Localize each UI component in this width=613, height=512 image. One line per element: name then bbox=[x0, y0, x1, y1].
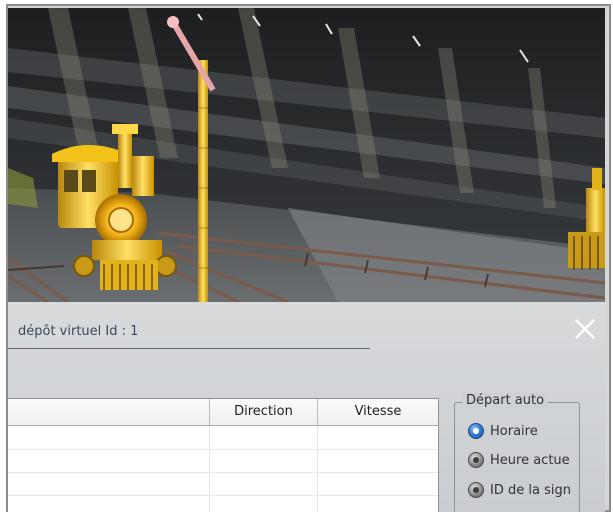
table-row[interactable] bbox=[8, 449, 438, 473]
radio-label: Heure actue bbox=[490, 452, 570, 468]
radio-heure-actuelle[interactable]: Heure actue bbox=[468, 449, 570, 471]
column-header-vitesse[interactable]: Vitesse bbox=[318, 399, 438, 425]
radio-label: ID de la sign bbox=[490, 482, 571, 498]
depot-dialog: dépôt virtuel Id : 1 Direction Vitesse D… bbox=[8, 302, 605, 512]
table-row[interactable] bbox=[8, 426, 438, 450]
table-cell bbox=[8, 495, 210, 512]
radio-id-signal[interactable]: ID de la sign bbox=[468, 479, 571, 501]
table-cell bbox=[210, 426, 318, 449]
table-cell bbox=[210, 449, 318, 472]
radio-horaire[interactable]: Horaire bbox=[468, 420, 538, 442]
dialog-title: dépôt virtuel Id : 1 bbox=[18, 324, 139, 339]
table-cell bbox=[318, 449, 438, 472]
table-cell bbox=[8, 426, 210, 449]
radio-unselected-icon[interactable] bbox=[468, 452, 484, 468]
radio-selected-icon[interactable] bbox=[468, 423, 484, 439]
table-cell bbox=[318, 495, 438, 512]
depart-auto-title: Départ auto bbox=[462, 393, 549, 408]
table-cell bbox=[210, 495, 318, 512]
radio-label: Horaire bbox=[490, 423, 538, 439]
table-cell bbox=[8, 449, 210, 472]
scene-render bbox=[8, 8, 605, 302]
title-divider bbox=[8, 348, 370, 349]
table-cell bbox=[318, 472, 438, 495]
table-header: Direction Vitesse bbox=[8, 399, 438, 426]
radio-unselected-icon[interactable] bbox=[468, 482, 484, 498]
scene-viewport[interactable] bbox=[8, 8, 605, 302]
column-header-direction[interactable]: Direction bbox=[210, 399, 318, 425]
table-cell bbox=[210, 472, 318, 495]
table-row[interactable] bbox=[8, 472, 438, 496]
table-cell bbox=[8, 472, 210, 495]
table-row[interactable] bbox=[8, 495, 438, 512]
table-cell bbox=[318, 426, 438, 449]
column-header-name[interactable] bbox=[8, 399, 210, 425]
close-icon[interactable] bbox=[572, 316, 598, 342]
trains-table[interactable]: Direction Vitesse bbox=[8, 398, 439, 512]
